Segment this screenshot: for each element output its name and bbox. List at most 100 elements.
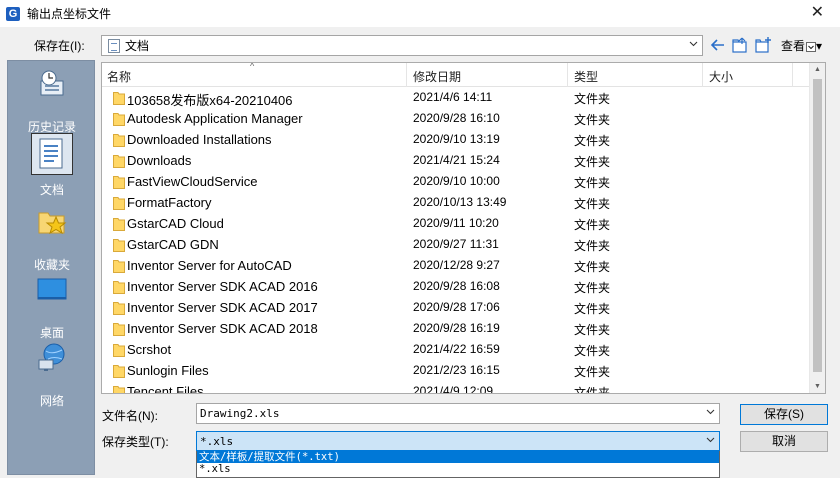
folder-icon — [113, 344, 125, 357]
chevron-down-icon — [689, 41, 698, 47]
folder-icon — [113, 239, 125, 252]
place-label: 网络 — [39, 394, 64, 408]
table-row[interactable]: Inventor Server SDK ACAD 2017 2020/9/28 1… — [102, 297, 810, 318]
filetype-select[interactable]: *.xls — [196, 431, 720, 451]
vertical-scrollbar[interactable]: ▲ ▼ — [809, 63, 825, 393]
file-name: Downloads — [127, 153, 192, 168]
table-row[interactable]: Downloads 2021/4/21 15:24 文件夹 — [102, 150, 810, 171]
place-history[interactable]: 历史记录 — [8, 67, 96, 135]
table-row[interactable]: Inventor Server SDK ACAD 2018 2020/9/28 1… — [102, 318, 810, 339]
file-modified: 2021/4/6 14:11 — [413, 90, 493, 104]
folder-icon — [113, 218, 125, 231]
chevron-down-icon[interactable] — [706, 407, 715, 416]
column-modified[interactable]: 修改日期 — [413, 68, 461, 85]
folder-icon — [113, 134, 125, 147]
save-in-label: 保存在(I): — [34, 39, 85, 53]
places-bar: 历史记录 文档 收藏夹 桌面 网络 — [7, 60, 95, 475]
folder-icon — [113, 113, 125, 126]
file-modified: 2020/9/28 17:06 — [413, 300, 500, 314]
place-documents[interactable]: 文档 — [8, 133, 96, 198]
file-type: 文件夹 — [574, 344, 611, 358]
file-name: GstarCAD GDN — [127, 237, 219, 252]
save-button[interactable]: 保存(S) — [740, 404, 828, 425]
save-in-value: 文档 — [125, 39, 150, 53]
table-row[interactable]: Inventor Server SDK ACAD 2016 2020/9/28 1… — [102, 276, 810, 297]
place-desktop[interactable]: 桌面 — [8, 273, 96, 341]
folder-icon — [113, 302, 125, 315]
place-label: 桌面 — [39, 326, 64, 340]
up-folder-icon[interactable] — [731, 36, 749, 54]
column-name[interactable]: 名称 — [107, 68, 131, 85]
place-label: 收藏夹 — [33, 258, 70, 272]
file-name: Inventor Server SDK ACAD 2016 — [127, 279, 318, 294]
file-modified: 2020/9/11 10:20 — [413, 216, 499, 230]
table-row[interactable]: GstarCAD Cloud 2020/9/11 10:20 文件夹 — [102, 213, 810, 234]
filename-value: Drawing2.xls — [200, 407, 280, 420]
scroll-down-icon[interactable]: ▼ — [814, 383, 821, 390]
scroll-up-icon[interactable]: ▲ — [814, 66, 821, 73]
file-type: 文件夹 — [574, 365, 611, 379]
folder-icon — [113, 176, 125, 189]
file-modified: 2021/4/22 16:59 — [413, 342, 500, 356]
file-name: FormatFactory — [127, 195, 212, 210]
file-name: Autodesk Application Manager — [127, 111, 303, 126]
new-folder-icon[interactable] — [754, 36, 772, 54]
table-row[interactable]: Inventor Server for AutoCAD 2020/12/28 9:… — [102, 255, 810, 276]
table-row[interactable]: Autodesk Application Manager 2020/9/28 16… — [102, 108, 810, 129]
filetype-option[interactable]: *.xls — [197, 463, 719, 475]
filetype-option[interactable]: 文本/样板/提取文件(*.txt) — [197, 451, 719, 463]
folder-icon — [113, 386, 125, 393]
file-name: Sunlogin Files — [127, 363, 209, 378]
scrollbar-thumb[interactable] — [813, 79, 822, 372]
view-menu[interactable]: 查看 ▾ — [781, 37, 822, 54]
file-type: 文件夹 — [574, 218, 611, 232]
file-list[interactable]: ^ 名称 修改日期 类型 大小 103658发布版x64-20210406 202… — [101, 62, 826, 394]
network-icon — [38, 343, 65, 371]
file-type: 文件夹 — [574, 92, 611, 106]
table-row[interactable]: Downloaded Installations 2020/9/10 13:19 文… — [102, 129, 810, 150]
place-favorites[interactable]: 收藏夹 — [8, 205, 96, 273]
column-type[interactable]: 类型 — [574, 68, 598, 85]
table-row[interactable]: Tencent Files 2021/4/9 12:09 文件夹 — [102, 381, 810, 394]
back-arrow-icon[interactable] — [709, 36, 727, 54]
filename-label: 文件名(N): — [102, 409, 158, 423]
cancel-button[interactable]: 取消 — [740, 431, 828, 452]
folder-icon — [113, 260, 125, 273]
file-type: 文件夹 — [574, 239, 611, 253]
file-modified: 2021/4/9 12:09 — [413, 384, 494, 394]
filetype-dropdown-list: 文本/样板/提取文件(*.txt) *.xls — [196, 451, 720, 478]
file-name: Inventor Server for AutoCAD — [127, 258, 292, 273]
save-in-combo[interactable]: 文档 — [101, 35, 703, 56]
place-network[interactable]: 网络 — [8, 341, 96, 409]
view-menu-label: 查看 — [781, 39, 806, 53]
file-modified: 2021/2/23 16:15 — [413, 363, 500, 377]
filetype-label: 保存类型(T): — [102, 435, 169, 449]
table-row[interactable]: Scrshot 2021/4/22 16:59 文件夹 — [102, 339, 810, 360]
close-button[interactable]: ✕ — [811, 4, 824, 22]
file-modified: 2020/9/10 10:00 — [413, 174, 500, 188]
dropdown-arrow-icon — [806, 41, 817, 52]
file-type: 文件夹 — [574, 176, 611, 190]
table-row[interactable]: 103658发布版x64-20210406 2021/4/6 14:11 文件夹 — [102, 87, 810, 108]
table-row[interactable]: FastViewCloudService 2020/9/10 10:00 文件夹 — [102, 171, 810, 192]
chevron-down-icon[interactable] — [706, 435, 715, 444]
file-modified: 2020/12/28 9:27 — [413, 258, 500, 272]
column-size[interactable]: 大小 — [709, 68, 733, 85]
file-modified: 2020/9/28 16:19 — [413, 321, 500, 335]
file-type: 文件夹 — [574, 260, 611, 274]
file-type: 文件夹 — [574, 323, 611, 337]
title-bar: G 输出点坐标文件 ✕ — [0, 0, 840, 27]
list-header: ^ 名称 修改日期 类型 大小 — [102, 63, 810, 87]
file-name: Tencent Files — [127, 384, 204, 394]
window-title: 输出点坐标文件 — [27, 7, 112, 21]
filetype-value: *.xls — [200, 435, 234, 448]
table-row[interactable]: GstarCAD GDN 2020/9/27 11:31 文件夹 — [102, 234, 810, 255]
file-type: 文件夹 — [574, 155, 611, 169]
filename-input[interactable]: Drawing2.xls — [196, 403, 720, 424]
table-row[interactable]: Sunlogin Files 2021/2/23 16:15 文件夹 — [102, 360, 810, 381]
table-row[interactable]: FormatFactory 2020/10/13 13:49 文件夹 — [102, 192, 810, 213]
sort-ascending-icon: ^ — [250, 62, 255, 71]
file-modified: 2021/4/21 15:24 — [413, 153, 500, 167]
app-logo-icon: G — [6, 6, 20, 21]
folder-icon — [113, 155, 125, 168]
